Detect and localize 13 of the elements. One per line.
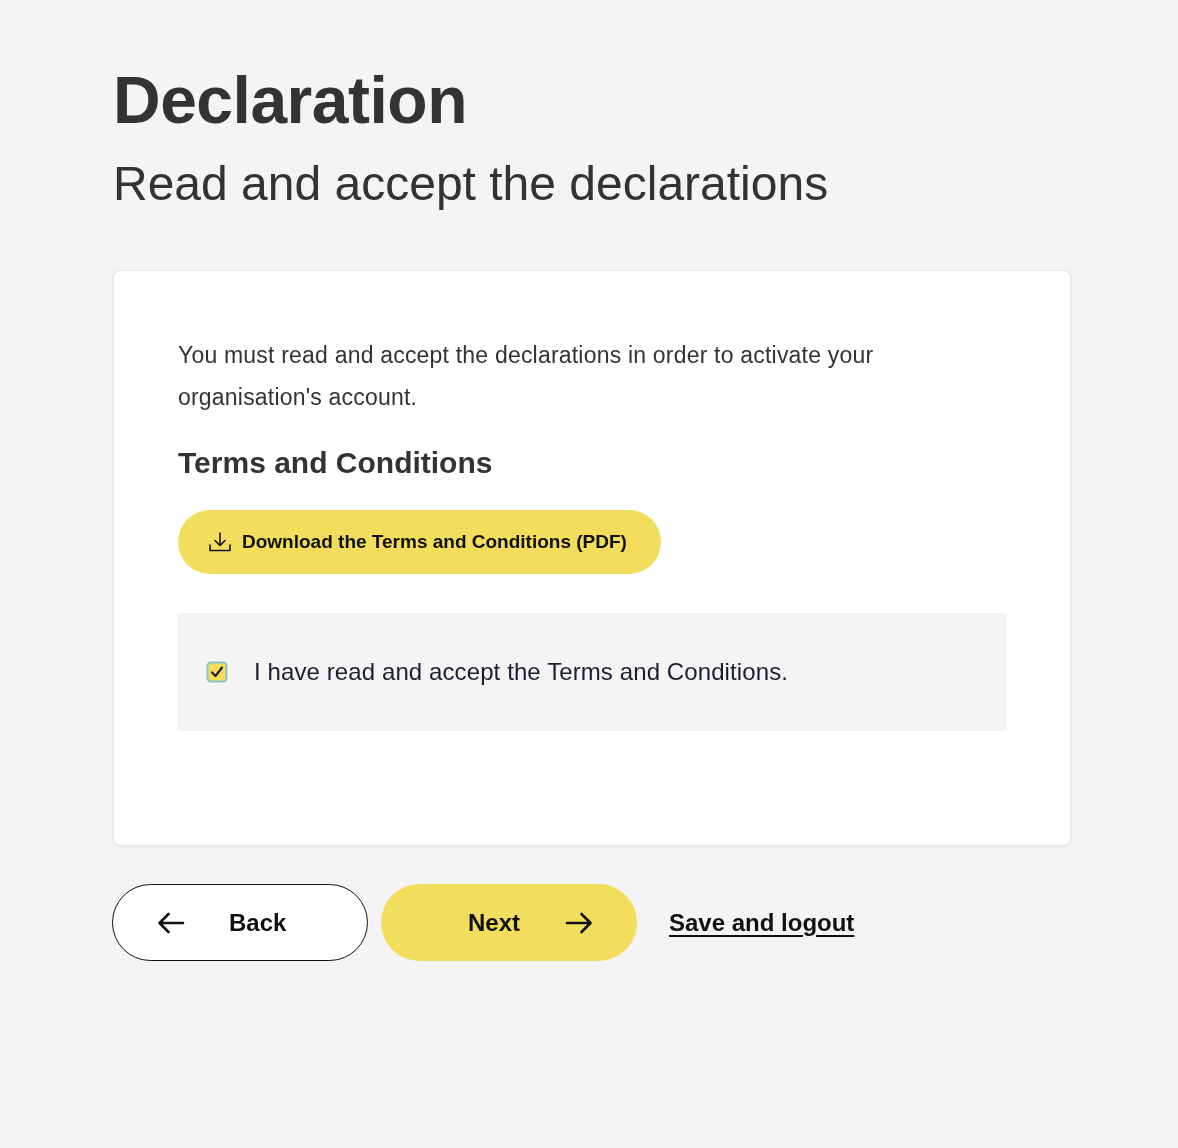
save-and-logout-link[interactable]: Save and logout	[669, 908, 855, 937]
checkbox[interactable]	[206, 661, 228, 683]
page-title: Declaration	[113, 62, 468, 139]
next-button[interactable]: Next	[381, 884, 637, 961]
section-heading: Terms and Conditions	[178, 445, 494, 481]
download-icon	[209, 532, 231, 552]
arrow-left-icon	[157, 911, 185, 934]
arrow-right-icon	[565, 911, 593, 934]
page-subtitle: Read and accept the declarations	[113, 156, 830, 212]
checkbox-label: I have read and accept the Terms and Conditions.	[254, 658, 789, 686]
download-button[interactable]: Download the Terms and Conditions (PDF)	[178, 510, 661, 574]
back-button[interactable]: Back	[112, 884, 368, 961]
intro-text: You must read and accept the declarations in order to activate your organisation's account.	[178, 341, 875, 412]
